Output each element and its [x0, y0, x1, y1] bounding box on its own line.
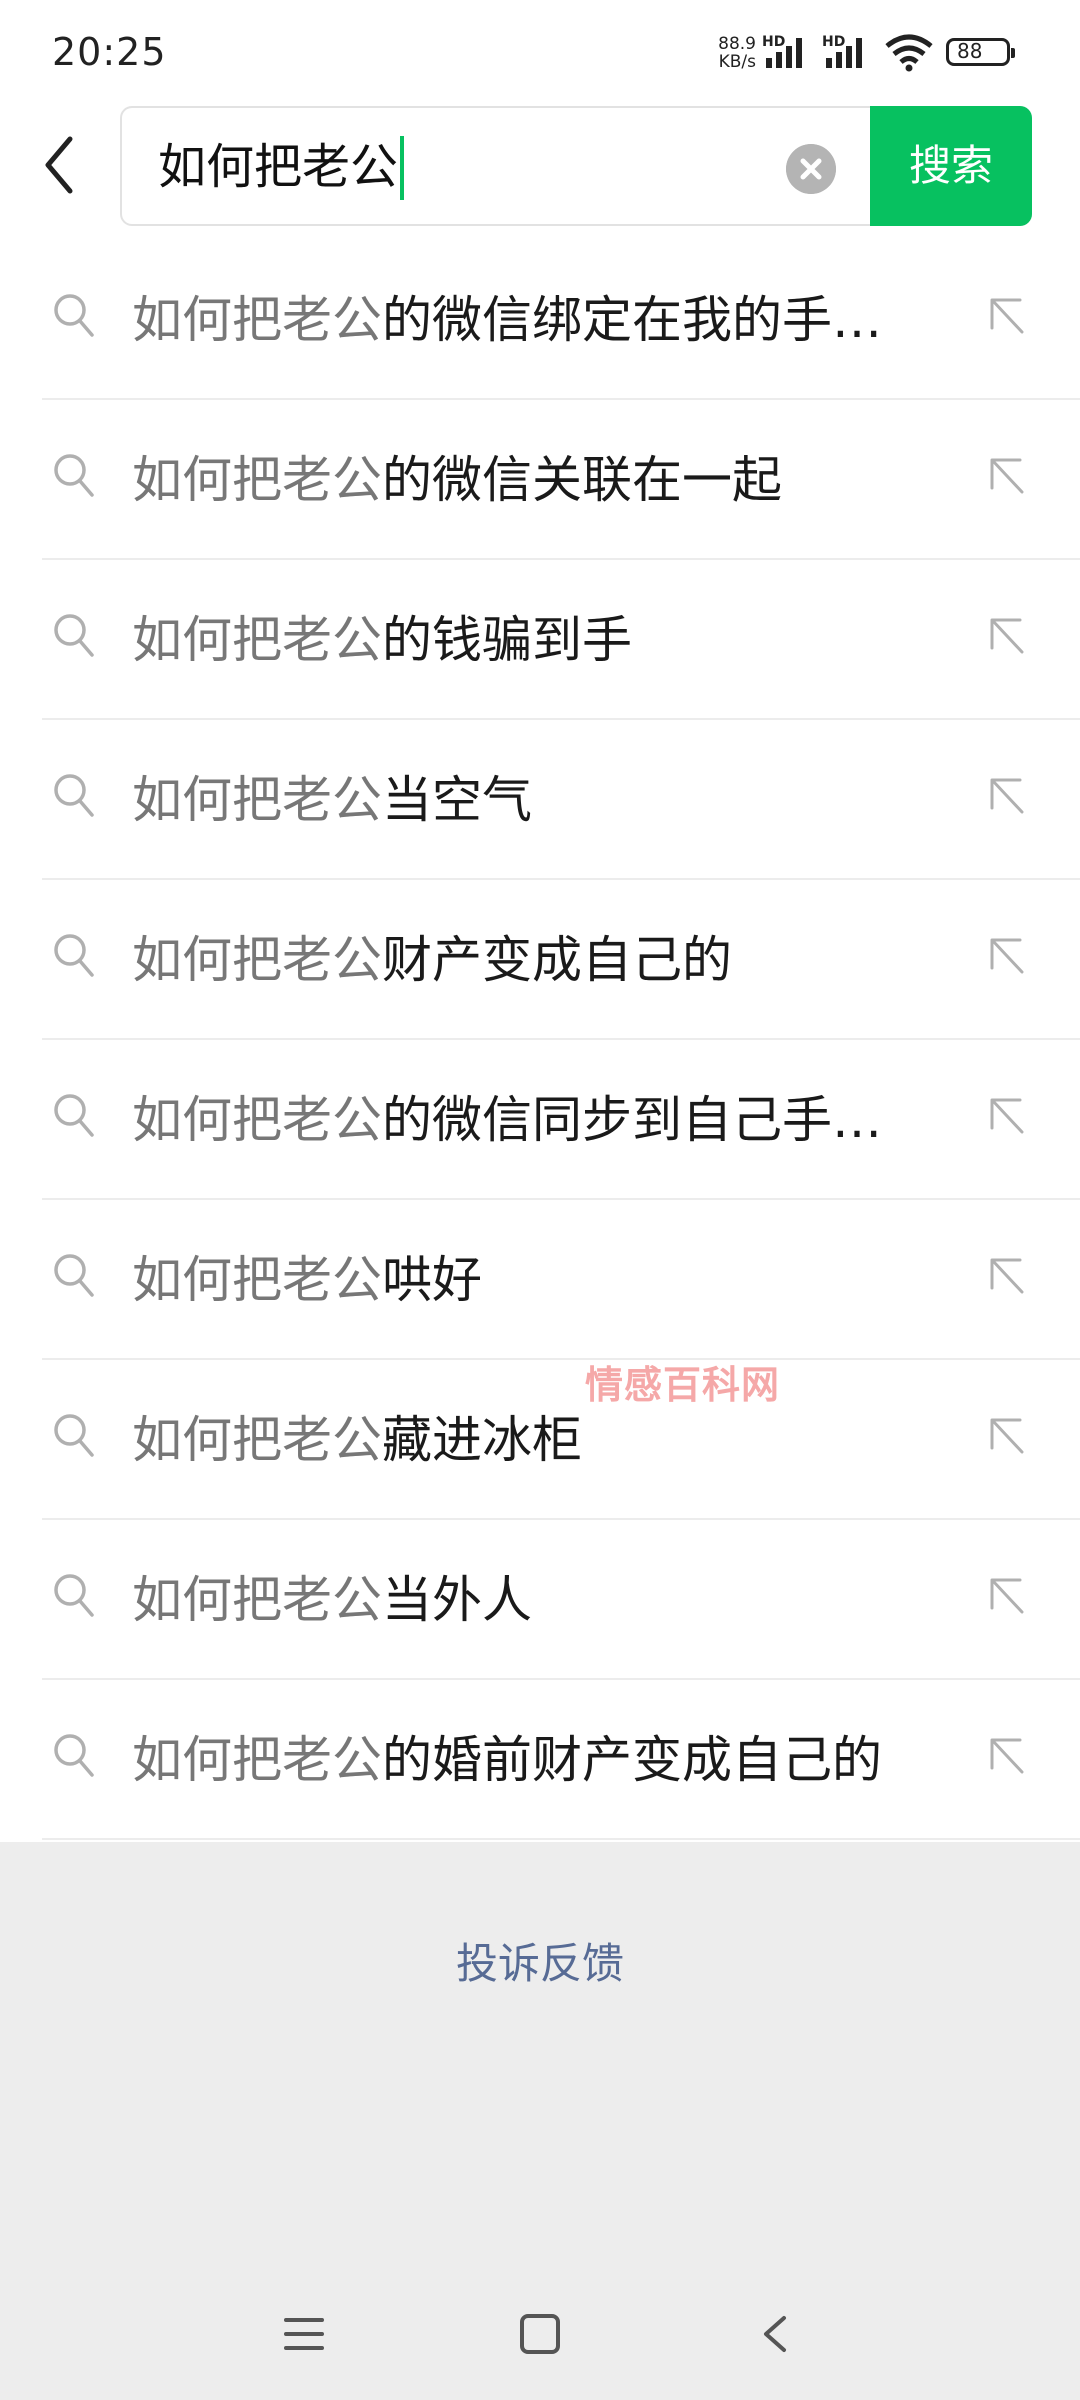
arrow-up-left-icon[interactable]: [984, 1256, 1028, 1300]
menu-icon[interactable]: [282, 2314, 326, 2354]
suggestion-suffix: 藏进冰柜: [382, 1411, 582, 1469]
suggestion-item[interactable]: 如何把老公的微信绑定在我的手…: [0, 240, 1080, 400]
search-icon: [54, 1734, 94, 1777]
suggestion-text: 如何把老公的婚前财产变成自己的: [132, 1728, 912, 1792]
suggestion-text: 如何把老公当空气: [132, 768, 912, 832]
suggestion-prefix: 如何把老公: [132, 771, 382, 829]
suggestion-prefix: 如何把老公: [132, 1571, 382, 1629]
search-icon: [54, 1414, 94, 1457]
arrow-up-left-icon[interactable]: [984, 1416, 1028, 1460]
suggestion-suffix: 当外人: [382, 1571, 532, 1629]
search-icon: [54, 1574, 94, 1617]
text-caret: [400, 136, 404, 200]
suggestion-text: 如何把老公的微信绑定在我的手…: [132, 288, 912, 352]
status-bar: 20:25 88.9 KB/s HD HD 88: [0, 0, 1080, 100]
network-speed-unit: KB/s: [718, 52, 756, 72]
suggestion-prefix: 如何把老公: [132, 611, 382, 669]
suggestion-item[interactable]: 如何把老公财产变成自己的: [0, 880, 1080, 1040]
suggestion-prefix: 如何把老公: [132, 1411, 382, 1469]
suggestion-item[interactable]: 如何把老公当外人: [0, 1520, 1080, 1680]
wifi-icon: [885, 34, 933, 72]
suggestion-item[interactable]: 如何把老公藏进冰柜: [0, 1360, 1080, 1520]
suggestion-prefix: 如何把老公: [132, 931, 382, 989]
arrow-up-left-icon[interactable]: [984, 296, 1028, 340]
suggestion-text: 如何把老公当外人: [132, 1568, 912, 1632]
suggestion-suffix: 的钱骗到手: [382, 611, 632, 669]
chevron-left-icon[interactable]: [30, 125, 90, 205]
search-icon: [54, 774, 94, 817]
watermark: 情感百科网: [585, 1363, 781, 1407]
suggestion-item[interactable]: 如何把老公哄好: [0, 1200, 1080, 1360]
network-speed: 88.9 KB/s: [708, 35, 756, 71]
suggestion-prefix: 如何把老公: [132, 1251, 382, 1309]
suggestion-suffix: 的婚前财产变成自己的: [382, 1731, 882, 1789]
suggestion-text: 如何把老公藏进冰柜: [132, 1408, 912, 1472]
search-icon: [54, 1254, 94, 1297]
suggestion-text: 如何把老公的钱骗到手: [132, 608, 912, 672]
suggestion-suffix: 哄好: [382, 1251, 482, 1309]
arrow-up-left-icon[interactable]: [984, 1576, 1028, 1620]
battery-level: 88: [957, 39, 983, 63]
suggestion-prefix: 如何把老公: [132, 291, 382, 349]
arrow-up-left-icon[interactable]: [984, 776, 1028, 820]
arrow-up-left-icon[interactable]: [984, 616, 1028, 660]
home-icon[interactable]: [518, 2312, 562, 2356]
suggestion-item[interactable]: 如何把老公的微信关联在一起: [0, 400, 1080, 560]
suggestion-suffix: 当空气: [382, 771, 532, 829]
suggestion-prefix: 如何把老公: [132, 1091, 382, 1149]
signal-icon-1: [766, 38, 802, 68]
suggestion-text: 如何把老公哄好: [132, 1248, 912, 1312]
suggestion-item[interactable]: 如何把老公当空气: [0, 720, 1080, 880]
signal-icon-2: [826, 38, 862, 68]
search-icon: [54, 614, 94, 657]
arrow-up-left-icon[interactable]: [984, 1736, 1028, 1780]
network-speed-value: 88.9: [718, 34, 756, 54]
search-icon: [54, 1094, 94, 1137]
suggestion-suffix: 的微信同步到自己手…: [382, 1091, 882, 1149]
search-button[interactable]: 搜索: [870, 106, 1032, 226]
search-icon: [54, 454, 94, 497]
suggestion-item[interactable]: 如何把老公的微信同步到自己手…: [0, 1040, 1080, 1200]
search-icon: [54, 294, 94, 337]
arrow-up-left-icon[interactable]: [984, 936, 1028, 980]
suggestion-prefix: 如何把老公: [132, 1731, 382, 1789]
feedback-link[interactable]: 投诉反馈: [0, 1930, 1080, 1991]
search-input-text[interactable]: 如何把老公: [158, 136, 398, 198]
suggestion-list: 如何把老公的微信绑定在我的手… 如何把老公的微信关联在一起 如何把老公的钱骗到手 如何…: [0, 240, 1080, 1840]
status-time: 20:25: [52, 30, 167, 74]
suggestion-text: 如何把老公的微信同步到自己手…: [132, 1088, 912, 1152]
arrow-up-left-icon[interactable]: [984, 456, 1028, 500]
battery-icon: 88: [946, 38, 1015, 66]
arrow-up-left-icon[interactable]: [984, 1096, 1028, 1140]
suggestion-suffix: 的微信绑定在我的手…: [382, 291, 882, 349]
suggestion-suffix: 的微信关联在一起: [382, 451, 782, 509]
suggestion-item[interactable]: 如何把老公的钱骗到手: [0, 560, 1080, 720]
search-page: 20:25 88.9 KB/s HD HD 88 如何把老公 搜索 如何把老公的…: [0, 0, 1080, 1842]
suggestion-text: 如何把老公财产变成自己的: [132, 928, 912, 992]
suggestion-text: 如何把老公的微信关联在一起: [132, 448, 912, 512]
nav-back-icon[interactable]: [754, 2312, 798, 2356]
clear-icon[interactable]: [786, 144, 836, 194]
suggestion-suffix: 财产变成自己的: [382, 931, 732, 989]
suggestion-item[interactable]: 如何把老公的婚前财产变成自己的: [0, 1680, 1080, 1840]
divider: [42, 1838, 1080, 1840]
suggestion-prefix: 如何把老公: [132, 451, 382, 509]
search-icon: [54, 934, 94, 977]
